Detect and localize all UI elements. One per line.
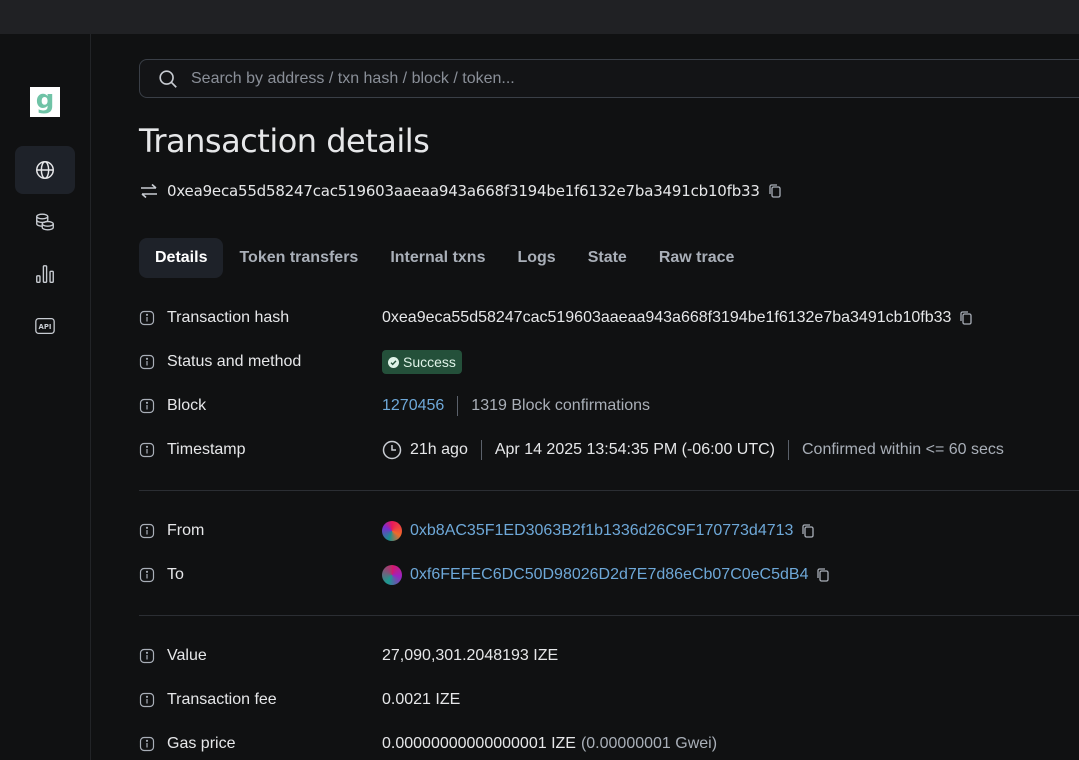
logo-letter: g bbox=[35, 85, 55, 115]
detail-value: 21h ago Apr 14 2025 13:54:35 PM (-06:00 … bbox=[382, 440, 1004, 460]
copy-icon[interactable] bbox=[816, 567, 830, 583]
timestamp-date: Apr 14 2025 13:54:35 PM (-06:00 UTC) bbox=[494, 441, 775, 458]
detail-row-fee: Transaction fee 0.0021 IZE bbox=[139, 688, 1079, 712]
detail-label: Transaction fee bbox=[167, 691, 277, 708]
status-badge: Success bbox=[382, 350, 462, 374]
sidebar: g API bbox=[0, 34, 91, 760]
detail-label: From bbox=[167, 522, 205, 539]
gas-price-gwei: (0.00000001 Gwei) bbox=[580, 735, 718, 752]
detail-value: 0xf6FEFEC6DC50D98026D2d7E7d86eCb07C0eC5d… bbox=[382, 565, 830, 585]
detail-row-block: Block 1270456 1319 Block confirmations bbox=[139, 394, 1079, 418]
app-logo[interactable]: g bbox=[30, 87, 60, 117]
block-confirmations: 1319 Block confirmations bbox=[471, 397, 651, 414]
info-icon[interactable] bbox=[139, 398, 155, 414]
chart-bars-icon bbox=[36, 265, 54, 283]
tab-details[interactable]: Details bbox=[139, 238, 224, 278]
detail-value: Success bbox=[382, 350, 462, 374]
nav-blockchain[interactable] bbox=[15, 146, 75, 194]
separator bbox=[788, 440, 789, 460]
detail-row-from: From 0xb8AC35F1ED3063B2f1b1336d26C9F1707… bbox=[139, 519, 1079, 543]
search-icon bbox=[159, 69, 177, 88]
detail-value: 27,090,301.2048193 IZE bbox=[382, 647, 558, 665]
top-bar bbox=[0, 0, 1079, 34]
tabs-bar: Details Token transfers Internal txns Lo… bbox=[139, 238, 750, 278]
globe-icon bbox=[36, 161, 54, 179]
tab-state[interactable]: State bbox=[572, 238, 643, 278]
tx-hash-title: 0xea9eca55d58247cac519603aaeaa943a668f31… bbox=[167, 182, 760, 200]
info-icon[interactable] bbox=[139, 736, 155, 752]
fee-amount: 0.0021 IZE bbox=[382, 691, 461, 708]
nav-api[interactable]: API bbox=[15, 302, 75, 350]
tx-hash-header: 0xea9eca55d58247cac519603aaeaa943a668f31… bbox=[139, 182, 782, 200]
info-icon[interactable] bbox=[139, 442, 155, 458]
section-divider bbox=[139, 490, 1079, 491]
info-icon[interactable] bbox=[139, 648, 155, 664]
copy-icon[interactable] bbox=[801, 523, 815, 539]
detail-row-status: Status and method Success bbox=[139, 350, 1079, 374]
detail-row-timestamp: Timestamp 21h ago Apr 14 2025 13:54:35 P… bbox=[139, 438, 1079, 462]
detail-label: Block bbox=[167, 397, 207, 414]
detail-label: To bbox=[167, 566, 184, 583]
search-bar[interactable] bbox=[139, 59, 1079, 98]
detail-label: Transaction hash bbox=[167, 309, 290, 326]
status-text: Success bbox=[403, 354, 456, 370]
info-icon[interactable] bbox=[139, 692, 155, 708]
separator bbox=[457, 396, 459, 416]
tab-internal-txns[interactable]: Internal txns bbox=[374, 238, 501, 278]
nav-charts[interactable] bbox=[15, 250, 75, 298]
separator bbox=[480, 440, 482, 460]
detail-value: 0xb8AC35F1ED3063B2f1b1336d26C9F170773d47… bbox=[382, 521, 815, 541]
detail-value: 0xea9eca55d58247cac519603aaeaa943a668f31… bbox=[382, 309, 973, 327]
detail-value: 0.00000000000000001 IZE (0.00000001 Gwei… bbox=[382, 735, 717, 753]
detail-label: Gas price bbox=[167, 735, 236, 752]
info-icon[interactable] bbox=[139, 523, 155, 539]
detail-label: Value bbox=[167, 647, 207, 664]
transfer-arrows-icon bbox=[141, 183, 157, 199]
detail-row-tx-hash: Transaction hash 0xea9eca55d58247cac5196… bbox=[139, 306, 1079, 330]
address-avatar bbox=[382, 565, 402, 585]
page-title: Transaction details bbox=[139, 122, 430, 160]
tab-raw-trace[interactable]: Raw trace bbox=[643, 238, 751, 278]
tab-token-transfers[interactable]: Token transfers bbox=[223, 238, 374, 278]
nav-tokens[interactable] bbox=[15, 198, 75, 246]
info-icon[interactable] bbox=[139, 310, 155, 326]
info-icon[interactable] bbox=[139, 567, 155, 583]
detail-row-gas-price: Gas price 0.00000000000000001 IZE (0.000… bbox=[139, 732, 1079, 756]
gas-price-amount: 0.00000000000000001 IZE bbox=[382, 735, 576, 752]
copy-icon[interactable] bbox=[959, 310, 973, 326]
info-icon[interactable] bbox=[139, 354, 155, 370]
timestamp-confirmed: Confirmed within <= 60 secs bbox=[802, 441, 1004, 458]
to-address-link[interactable]: 0xf6FEFEC6DC50D98026D2d7E7d86eCb07C0eC5d… bbox=[410, 566, 808, 584]
tab-logs[interactable]: Logs bbox=[501, 238, 571, 278]
section-divider bbox=[139, 615, 1079, 616]
detail-value: 1270456 1319 Block confirmations bbox=[382, 396, 650, 416]
clock-icon bbox=[382, 440, 402, 460]
search-input[interactable] bbox=[191, 69, 991, 88]
detail-row-to: To 0xf6FEFEC6DC50D98026D2d7E7d86eCb07C0e… bbox=[139, 563, 1079, 587]
main-content: Transaction details 0xea9eca55d58247cac5… bbox=[91, 34, 1079, 760]
detail-row-value: Value 27,090,301.2048193 IZE bbox=[139, 644, 1079, 668]
svg-text:API: API bbox=[39, 323, 52, 331]
timestamp-ago: 21h ago bbox=[410, 441, 468, 458]
block-number-link[interactable]: 1270456 bbox=[382, 397, 444, 415]
detail-label: Timestamp bbox=[167, 441, 246, 458]
from-address-link[interactable]: 0xb8AC35F1ED3063B2f1b1336d26C9F170773d47… bbox=[410, 522, 793, 540]
check-circle-icon bbox=[388, 356, 399, 368]
copy-icon[interactable] bbox=[768, 183, 782, 199]
value-amount: 27,090,301.2048193 IZE bbox=[382, 647, 559, 664]
address-avatar bbox=[382, 521, 402, 541]
detail-value: 0.0021 IZE bbox=[382, 691, 460, 709]
tx-hash-value: 0xea9eca55d58247cac519603aaeaa943a668f31… bbox=[382, 309, 952, 326]
coins-icon bbox=[36, 213, 54, 231]
api-icon: API bbox=[35, 318, 55, 334]
detail-label: Status and method bbox=[167, 353, 302, 370]
